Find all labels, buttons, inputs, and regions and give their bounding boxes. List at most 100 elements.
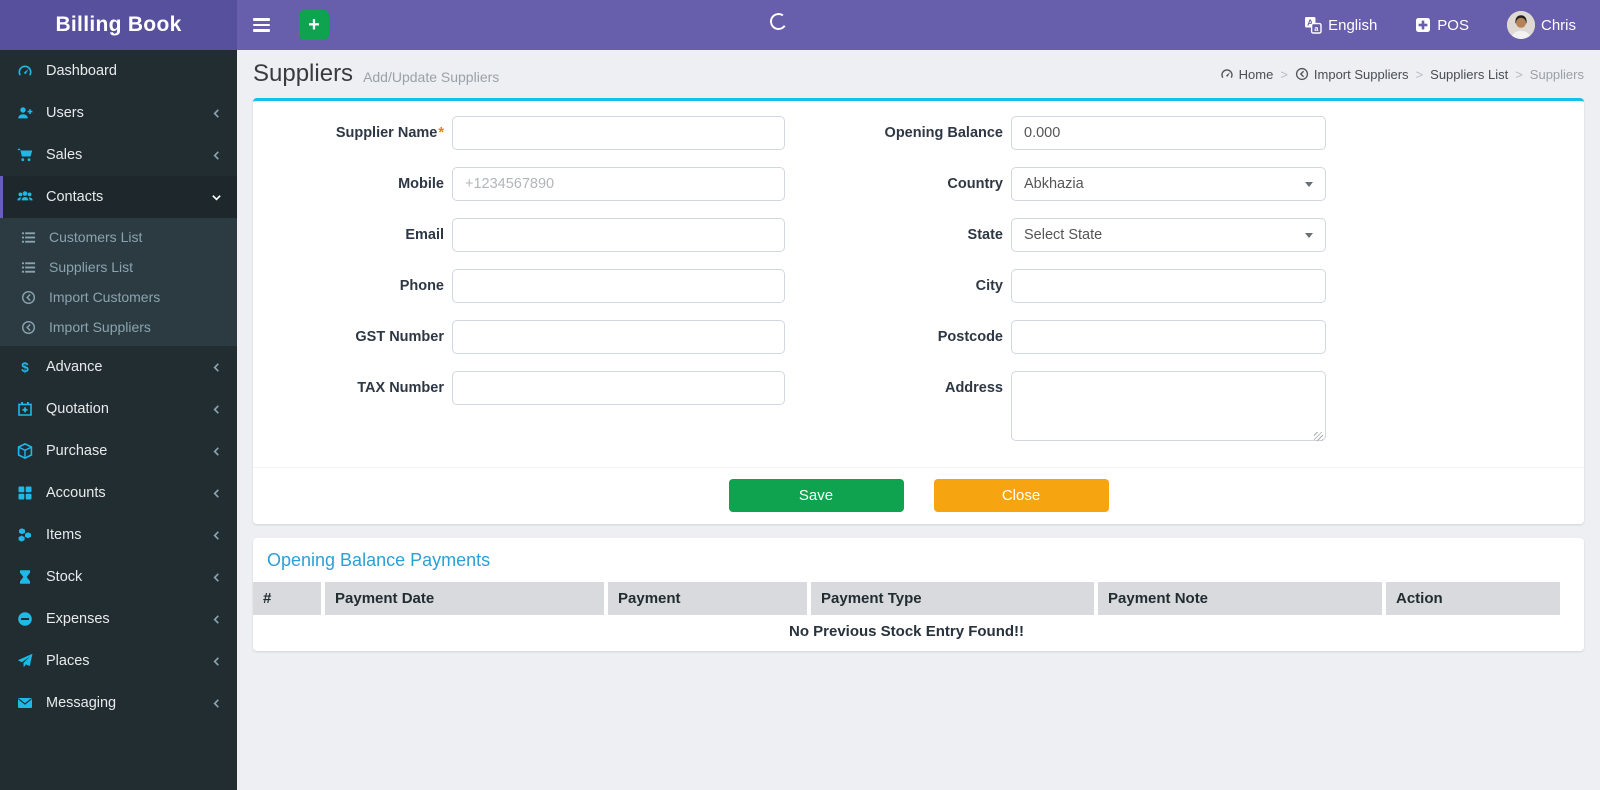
sidebar-subitem-suppliers-list[interactable]: Suppliers List	[0, 252, 237, 282]
supplier-form-panel: Supplier Name* Opening Balance Mobile Co…	[253, 98, 1584, 524]
import-circle-arrow-icon	[21, 320, 39, 335]
select-caret-icon	[1305, 232, 1313, 238]
users-group-icon	[15, 189, 35, 205]
sidebar-item-label: Quotation	[46, 401, 109, 417]
breadcrumb-separator: >	[1280, 66, 1288, 82]
empty-message: No Previous Stock Entry Found!!	[788, 623, 1025, 640]
column-header-payment-note: Payment Note	[1094, 582, 1382, 615]
submenu-item-label: Import Suppliers	[49, 319, 151, 335]
address-textarea[interactable]	[1011, 371, 1326, 441]
chevron-left-icon	[211, 362, 222, 373]
postcode-label: Postcode	[937, 329, 1003, 345]
envelope-icon	[15, 695, 35, 711]
sidebar: Dashboard Users Sales Contacts Customers…	[0, 50, 237, 790]
sidebar-subitem-import-suppliers[interactable]: Import Suppliers	[0, 312, 237, 342]
chevron-left-icon	[211, 108, 222, 119]
user-menu[interactable]: Chris	[1506, 11, 1576, 39]
navbar-main: + A a English POS Chris	[237, 0, 1600, 50]
country-select[interactable]: Abkhazia	[1011, 167, 1326, 201]
hourglass-icon	[15, 569, 35, 585]
quick-add-button[interactable]: +	[299, 10, 329, 40]
sidebar-item-accounts[interactable]: Accounts	[0, 472, 237, 514]
state-select[interactable]: Select State	[1011, 218, 1326, 252]
opening-balance-label: Opening Balance	[884, 125, 1003, 141]
sidebar-item-label: Expenses	[46, 611, 110, 627]
grid-squares-icon	[15, 485, 35, 501]
sidebar-item-purchase[interactable]: Purchase	[0, 430, 237, 472]
postcode-input[interactable]	[1011, 320, 1326, 354]
breadcrumb-separator: >	[1415, 66, 1424, 82]
column-header-payment-type: Payment Type	[807, 582, 1094, 615]
content-header: Suppliers Add/Update Suppliers Home > Im…	[253, 50, 1584, 98]
brand-logo[interactable]: Billing Book	[0, 0, 237, 50]
breadcrumb-current: Suppliers	[1529, 66, 1584, 82]
chevron-down-icon	[211, 192, 222, 203]
chevron-left-icon	[211, 530, 222, 541]
import-circle-arrow-icon	[1295, 67, 1308, 81]
breadcrumb-home[interactable]: Home	[1220, 67, 1273, 82]
column-header-action: Action	[1382, 582, 1560, 615]
tax-number-input[interactable]	[452, 371, 785, 405]
dashboard-gauge-icon	[15, 63, 35, 79]
sidebar-item-items[interactable]: Items	[0, 514, 237, 556]
sidebar-item-contacts[interactable]: Contacts	[0, 176, 237, 218]
phone-input[interactable]	[452, 269, 785, 303]
mobile-input[interactable]	[452, 167, 785, 201]
supplier-name-input[interactable]	[452, 116, 785, 150]
address-label: Address	[944, 380, 1003, 396]
sidebar-item-advance[interactable]: $ Advance	[0, 346, 237, 388]
payments-table: # Payment Date Payment Payment Type Paym…	[253, 582, 1560, 649]
pos-menu[interactable]: POS	[1415, 17, 1469, 34]
chevron-left-icon	[211, 656, 222, 667]
navbar-right: A a English POS Chris	[1304, 11, 1600, 39]
payments-section-title: Opening Balance Payments	[267, 550, 491, 570]
chevron-left-icon	[211, 698, 222, 709]
minus-circle-icon	[15, 611, 35, 627]
pos-label: POS	[1437, 16, 1469, 34]
chevron-left-icon	[211, 150, 222, 161]
opening-balance-payments-panel: Opening Balance Payments # Payment Date …	[253, 538, 1584, 651]
page-title: Suppliers	[253, 60, 354, 87]
sidebar-item-label: Users	[46, 105, 84, 121]
close-button[interactable]: Close	[933, 479, 1109, 512]
page-subtitle: Add/Update Suppliers	[363, 69, 500, 85]
sidebar-item-quotation[interactable]: Quotation	[0, 388, 237, 430]
city-input[interactable]	[1011, 269, 1326, 303]
sidebar-item-label: Accounts	[46, 485, 106, 501]
sidebar-subitem-import-customers[interactable]: Import Customers	[0, 282, 237, 312]
submenu-item-label: Customers List	[49, 229, 143, 245]
sidebar-item-expenses[interactable]: Expenses	[0, 598, 237, 640]
sidebar-item-users[interactable]: Users	[0, 92, 237, 134]
dollar-icon: $	[15, 359, 35, 375]
main-content: Suppliers Add/Update Suppliers Home > Im…	[237, 0, 1600, 651]
sidebar-item-label: Items	[46, 527, 82, 543]
opening-balance-input[interactable]	[1011, 116, 1326, 150]
language-menu[interactable]: A a English	[1304, 16, 1377, 34]
column-header-payment-date: Payment Date	[321, 582, 604, 615]
top-navbar: Billing Book + A a English POS Chris	[0, 0, 1600, 50]
payments-table-header-row: # Payment Date Payment Payment Type Paym…	[253, 582, 1560, 615]
sidebar-subitem-customers-list[interactable]: Customers List	[0, 222, 237, 252]
column-header-payment: Payment	[604, 582, 807, 615]
sidebar-toggle-button[interactable]	[253, 8, 287, 42]
breadcrumb-import-suppliers[interactable]: Import Suppliers	[1295, 67, 1409, 82]
sidebar-item-label: Purchase	[46, 443, 108, 459]
paper-plane-icon	[15, 653, 35, 669]
gst-number-input[interactable]	[452, 320, 785, 354]
select-caret-icon	[1305, 181, 1313, 187]
phone-label: Phone	[399, 278, 444, 294]
breadcrumb-separator: >	[1515, 66, 1523, 82]
sidebar-item-sales[interactable]: Sales	[0, 134, 237, 176]
sidebar-item-label: Contacts	[46, 189, 104, 205]
mobile-label: Mobile	[398, 176, 444, 192]
save-button[interactable]: Save	[728, 479, 904, 512]
breadcrumb-suppliers-list[interactable]: Suppliers List	[1430, 67, 1508, 82]
sidebar-item-dashboard[interactable]: Dashboard	[0, 50, 237, 92]
sidebar-item-stock[interactable]: Stock	[0, 556, 237, 598]
contacts-submenu: Customers List Suppliers List Import Cus…	[0, 218, 237, 346]
supplier-name-label: Supplier Name *	[335, 125, 444, 141]
sidebar-item-places[interactable]: Places	[0, 640, 237, 682]
form-footer: Save Close	[253, 467, 1584, 524]
sidebar-item-messaging[interactable]: Messaging	[0, 682, 237, 724]
email-input[interactable]	[452, 218, 785, 252]
